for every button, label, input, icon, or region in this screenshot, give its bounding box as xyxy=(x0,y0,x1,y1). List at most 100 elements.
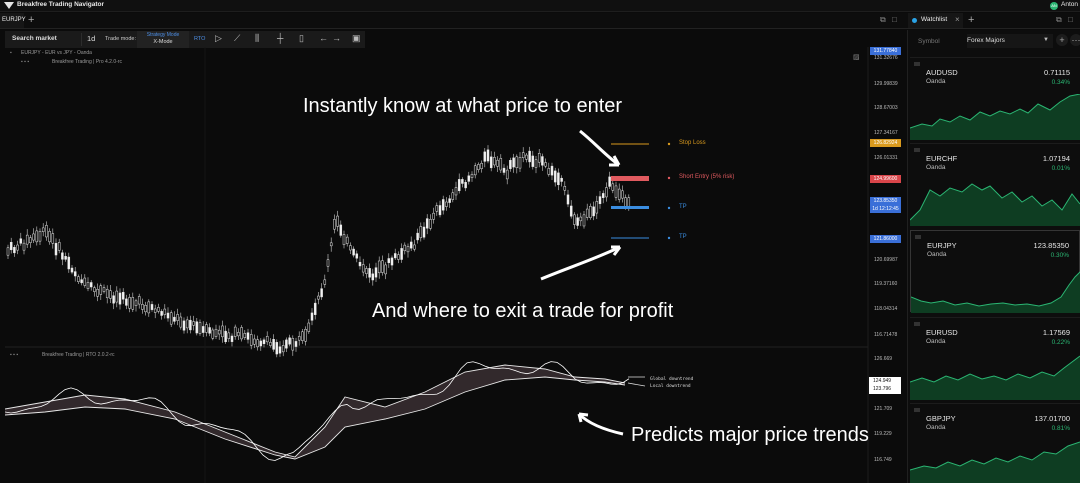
undo-icon[interactable]: ← xyxy=(319,33,328,43)
item-price: 123.85350 xyxy=(1033,241,1069,250)
watchlist-menu-button[interactable]: ⋯ xyxy=(1070,34,1080,46)
watchlist-item-eurchf[interactable]: EURCHF Oanda 1.07194 0.01% xyxy=(910,143,1080,226)
chart-area[interactable]: Global downtrend Local downtrend ▪ EURJP… xyxy=(5,47,902,483)
interval-button[interactable]: 1d xyxy=(87,34,95,43)
candle xyxy=(425,218,429,229)
flag-icon xyxy=(914,408,920,412)
tab-watchlist[interactable]: Watchlist × xyxy=(908,13,963,28)
watchlist-item-gbpjpy[interactable]: GBPJPY Oanda 137.01700 0.81% xyxy=(910,403,1080,483)
item-change: 0.22% xyxy=(1051,339,1070,346)
candle xyxy=(361,264,365,273)
candle xyxy=(560,177,563,182)
candle xyxy=(326,259,330,267)
trend-band xyxy=(5,365,625,459)
trade-mode-select[interactable]: Strategy Mode X-Mode xyxy=(137,31,189,48)
sparkline xyxy=(910,94,1080,140)
candles-icon[interactable]: ⫼ xyxy=(255,33,259,44)
arrow-trends xyxy=(577,412,624,436)
candle xyxy=(502,167,506,173)
candle xyxy=(387,258,391,263)
price-axis[interactable]: 131.32676 129.99839 128.67003 127.34167 … xyxy=(868,47,902,483)
candle xyxy=(525,154,528,160)
candle xyxy=(608,176,611,187)
watchlist-item-eurjpy[interactable]: EURJPY Oanda 123.85350 0.30% xyxy=(910,230,1080,313)
candle xyxy=(496,159,499,167)
candle xyxy=(563,186,567,191)
crosshair-icon[interactable]: ┼ xyxy=(277,33,283,43)
drawing-tool-icon[interactable]: ⟋ xyxy=(234,33,240,44)
flag-icon xyxy=(915,235,921,239)
candle xyxy=(102,287,106,292)
candle xyxy=(569,205,573,217)
play-icon[interactable]: ▷ xyxy=(215,33,222,44)
candle xyxy=(611,183,615,191)
close-icon[interactable]: × xyxy=(955,15,960,24)
candle xyxy=(441,199,445,211)
candle xyxy=(400,248,403,260)
short-entry-box[interactable] xyxy=(611,176,649,181)
symbol-legend: EURJPY - EUR vs JPY - Oanda xyxy=(21,50,92,56)
popout-icon[interactable]: ⧉ xyxy=(1056,15,1062,25)
tp2-label: TP xyxy=(679,234,687,240)
candle xyxy=(621,190,624,199)
divider xyxy=(81,33,82,46)
candle xyxy=(86,282,90,289)
watchlist-item-eurusd[interactable]: EURUSD Oanda 1.17569 0.22% xyxy=(910,317,1080,400)
candle xyxy=(429,219,432,229)
item-source: Oanda xyxy=(926,164,946,171)
popout-icon[interactable]: ⧉ xyxy=(880,15,886,25)
sub-legend-icons[interactable]: ▪ ▪ ▪ xyxy=(10,352,18,358)
candle xyxy=(147,301,151,314)
redo-icon[interactable]: → xyxy=(332,33,341,43)
candle xyxy=(505,169,509,180)
search-market-button[interactable]: Search market xyxy=(12,35,57,42)
price-tick: 128.67003 xyxy=(874,105,898,111)
candle xyxy=(112,295,115,304)
candle xyxy=(265,336,269,343)
candle xyxy=(182,320,186,331)
candle xyxy=(512,157,515,168)
candle xyxy=(624,197,627,208)
tab-eurjpy[interactable]: EURJPY xyxy=(0,13,26,28)
candle xyxy=(547,168,551,175)
candle xyxy=(57,242,61,251)
candle xyxy=(531,155,535,167)
maximize-icon[interactable]: □ xyxy=(1068,15,1073,24)
sub-tick: 116.749 xyxy=(874,457,892,463)
add-panel-button[interactable]: + xyxy=(968,13,974,28)
indicator-legend: Breakfree Trading | Pro 4.2.0-rc xyxy=(52,59,122,65)
tp1-line[interactable] xyxy=(611,206,649,209)
candle xyxy=(489,156,493,169)
watchlist-item-audusd[interactable]: AUDUSD Oanda 0.71115 0.34% xyxy=(910,57,1080,140)
legend-settings-icon[interactable]: ▪ ▪ ▪ xyxy=(21,59,29,65)
text-tool-icon[interactable]: ▯ xyxy=(299,33,304,44)
screenshot-icon[interactable]: ▣ xyxy=(352,33,361,44)
candle xyxy=(160,311,163,316)
rto-button[interactable]: RTO xyxy=(194,36,205,42)
add-tab-button[interactable]: + xyxy=(28,13,34,28)
legend-collapse-icon[interactable]: ▪ xyxy=(10,50,12,56)
watchlist-select[interactable]: Forex Majors ▼ xyxy=(967,34,1053,48)
user-avatar[interactable]: AN xyxy=(1050,2,1058,10)
maximize-icon[interactable]: □ xyxy=(892,15,897,24)
candle xyxy=(269,342,272,346)
price-tick: 126.01331 xyxy=(874,155,898,161)
candle xyxy=(16,244,19,251)
chart-settings-icon[interactable]: ▨ xyxy=(853,53,860,61)
candle xyxy=(157,307,160,312)
candle xyxy=(64,256,67,260)
add-symbol-button[interactable]: + xyxy=(1056,34,1068,46)
sparkline xyxy=(910,441,1080,483)
candle xyxy=(345,236,349,244)
candle xyxy=(528,150,531,163)
candle xyxy=(393,253,397,259)
user-name[interactable]: Anton xyxy=(1061,1,1078,8)
candle xyxy=(313,302,317,315)
global-trend-label: Global downtrend xyxy=(650,376,694,382)
item-change: 0.01% xyxy=(1051,165,1070,172)
item-symbol: AUDUSD xyxy=(926,68,958,77)
candle xyxy=(67,256,71,270)
candle xyxy=(317,295,320,300)
candle xyxy=(550,165,554,176)
candle xyxy=(179,316,183,328)
